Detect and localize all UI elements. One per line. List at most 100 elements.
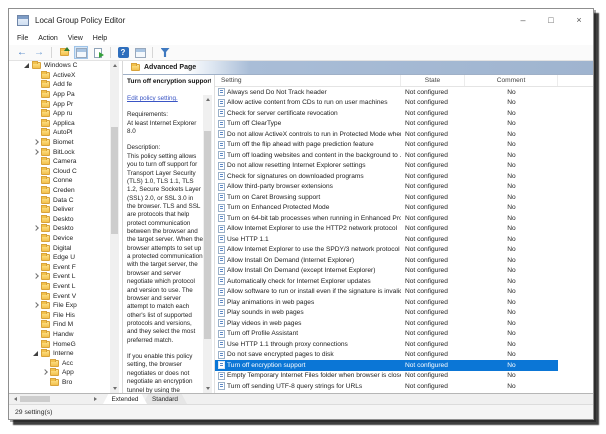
setting-row[interactable]: Empty Temporary Internet Files folder wh… [215,371,558,382]
setting-row[interactable]: Check for server certificate revocation … [215,108,558,119]
twisty-icon[interactable] [32,272,41,281]
tree-item[interactable]: Deskto [9,224,110,234]
show-console-tree-icon[interactable] [74,46,88,59]
twisty-icon[interactable] [41,359,50,368]
show-window-icon[interactable] [133,46,147,59]
tree-item[interactable]: Event V [9,291,110,301]
scroll-right-icon[interactable] [91,395,99,403]
tree-item[interactable]: Add fe [9,80,110,90]
scroll-up-icon[interactable] [203,95,212,104]
menu-item[interactable]: View [63,34,88,43]
detail-vertical-scrollbar[interactable] [203,95,212,393]
scrollbar-thumb[interactable] [204,130,211,340]
twisty-icon[interactable] [32,109,41,118]
tree-item[interactable]: Bro [9,377,110,388]
setting-row[interactable]: Allow third-party browser extensions Not… [215,182,558,193]
twisty-icon[interactable] [32,234,41,243]
close-button[interactable]: × [565,9,593,31]
setting-row[interactable]: Allow Install On Demand (Internet Explor… [215,255,558,266]
tree-item[interactable]: App [9,368,110,378]
scroll-down-icon[interactable] [203,384,212,393]
setting-row[interactable]: Turn off sending UTF-8 query strings for… [215,381,558,392]
setting-row[interactable]: Do not allow resetting Internet Explorer… [215,161,558,172]
scroll-down-icon[interactable] [110,384,119,393]
setting-row[interactable]: Do not save encrypted pages to disk Not … [215,350,558,361]
tree-item[interactable]: Creden [9,186,110,196]
menu-item[interactable]: Action [33,34,62,43]
view-tab[interactable]: Extended [103,394,147,404]
tree-item[interactable]: Interne [9,349,110,359]
setting-row[interactable]: Use HTTP 1.1 through proxy connections N… [215,339,558,350]
setting-row[interactable]: Do not allow ActiveX controls to run in … [215,129,558,140]
twisty-icon[interactable] [32,330,41,339]
setting-row[interactable]: Turn on 64-bit tab processes when runnin… [215,213,558,224]
setting-row[interactable]: Use HTTP 1.1 Not configured No [215,234,558,245]
setting-row[interactable]: Allow software to run or install even if… [215,287,558,298]
twisty-icon[interactable] [32,311,41,320]
setting-row[interactable]: Always send Do Not Track header Not conf… [215,87,558,98]
export-list-icon[interactable] [91,46,105,59]
twisty-icon[interactable] [32,340,41,349]
twisty-icon[interactable] [32,263,41,272]
setting-row[interactable]: Allow Internet Explorer to use the HTTP2… [215,224,558,235]
minimize-button[interactable]: – [509,9,537,31]
column-header-state[interactable]: State [401,75,465,86]
tree-item[interactable]: Data C [9,195,110,205]
twisty-icon[interactable] [32,349,41,358]
scroll-left-icon[interactable] [11,395,19,403]
up-one-level-icon[interactable] [57,46,71,59]
twisty-icon[interactable] [23,61,32,70]
twisty-icon[interactable] [32,138,41,147]
twisty-icon[interactable] [41,378,50,387]
twisty-icon[interactable] [32,253,41,262]
tree-item[interactable]: Event F [9,262,110,272]
setting-row[interactable]: Automatically check for Internet Explore… [215,276,558,287]
twisty-icon[interactable] [32,167,41,176]
setting-row[interactable]: Allow Internet Explorer to use the SPDY/… [215,245,558,256]
setting-row[interactable]: Check for signatures on downloaded progr… [215,171,558,182]
help-icon[interactable]: ? [116,46,130,59]
setting-row[interactable]: Turn off encryption support Not configur… [215,360,558,371]
tree-item[interactable]: Applica [9,118,110,129]
filter-icon[interactable] [158,46,172,59]
twisty-icon[interactable] [32,90,41,99]
twisty-icon[interactable] [32,244,41,253]
twisty-icon[interactable] [32,196,41,205]
twisty-icon[interactable] [32,119,41,128]
twisty-icon[interactable] [32,292,41,301]
edit-policy-setting-link[interactable]: Edit policy setting. [127,95,178,103]
setting-row[interactable]: Turn on Enhanced Protected Mode Not conf… [215,203,558,214]
twisty-icon[interactable] [41,368,50,377]
setting-row[interactable]: Play sounds in web pages Not configured … [215,308,558,319]
twisty-icon[interactable] [32,157,41,166]
tree-item[interactable]: Event L [9,272,110,282]
twisty-icon[interactable] [32,100,41,109]
setting-row[interactable]: Play animations in web pages Not configu… [215,297,558,308]
tree-item[interactable]: ActiveX [9,70,110,81]
back-icon[interactable]: ← [15,46,29,59]
tree-item[interactable]: BitLock [9,147,110,157]
tree-item[interactable]: App Pr [9,99,110,109]
twisty-icon[interactable] [32,80,41,89]
menu-item[interactable]: Help [88,34,112,43]
tree-item[interactable]: Find M [9,320,110,330]
tree-item[interactable]: App ru [9,109,110,119]
column-header-setting[interactable]: Setting [215,75,401,86]
twisty-icon[interactable] [32,128,41,137]
tree-item[interactable]: HomeG [9,339,110,349]
tree-item[interactable]: File Exp [9,301,110,311]
tree-item[interactable]: Cloud C [9,166,110,177]
tree-vertical-scrollbar[interactable] [110,61,119,393]
maximize-button[interactable]: □ [537,9,565,31]
titlebar[interactable]: Local Group Policy Editor – □ × [9,9,593,31]
twisty-icon[interactable] [32,215,41,224]
setting-row[interactable]: Play videos in web pages Not configured … [215,318,558,329]
twisty-icon[interactable] [32,224,41,233]
twisty-icon[interactable] [32,176,41,185]
forward-icon[interactable]: → [32,46,46,59]
scrollbar-thumb[interactable] [20,396,50,402]
scrollbar-thumb[interactable] [111,127,118,234]
setting-row[interactable]: Allow active content from CDs to run on … [215,98,558,109]
tree-item[interactable]: Digital [9,243,110,253]
twisty-icon[interactable] [32,148,41,157]
